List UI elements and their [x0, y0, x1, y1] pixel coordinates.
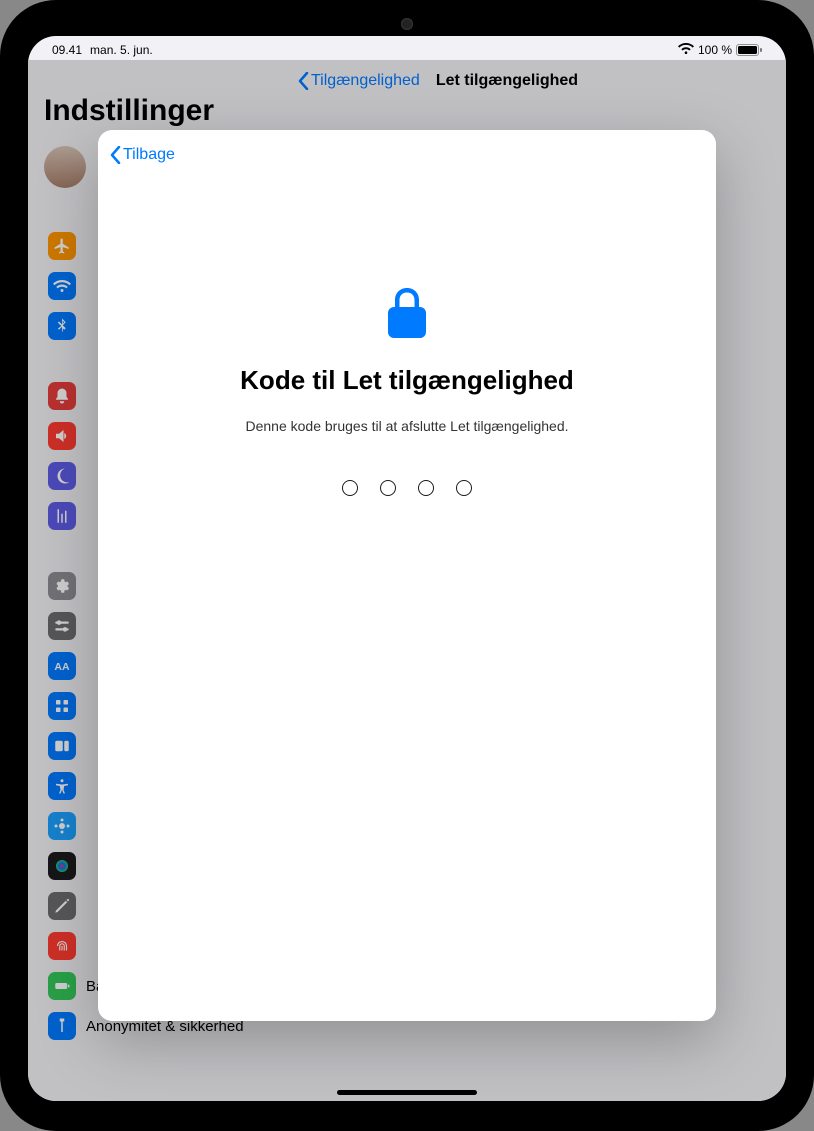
passcode-dot — [418, 480, 434, 496]
modal-subtitle: Denne kode bruges til at afslutte Let ti… — [206, 418, 609, 434]
passcode-dot — [380, 480, 396, 496]
modal-nav: Tilbage — [98, 130, 716, 180]
chevron-left-icon — [110, 146, 121, 164]
status-date: man. 5. jun. — [90, 43, 153, 57]
passcode-modal: Tilbage Kode til Let tilgængelighed Denn… — [98, 130, 716, 1021]
lock-icon — [386, 288, 428, 343]
passcode-dot — [342, 480, 358, 496]
status-bar: 09.41 man. 5. jun. 100 % — [28, 36, 786, 60]
passcode-input[interactable] — [342, 480, 472, 496]
modal-back-button[interactable]: Tilbage — [110, 146, 175, 164]
modal-body: Kode til Let tilgængelighed Denne kode b… — [98, 180, 716, 1021]
modal-back-label: Tilbage — [123, 146, 175, 164]
status-time: 09.41 — [52, 43, 82, 57]
battery-status-icon — [736, 44, 762, 56]
wifi-status-icon — [678, 43, 694, 58]
front-camera — [401, 18, 413, 30]
battery-percent: 100 % — [698, 43, 732, 57]
modal-title: Kode til Let tilgængelighed — [240, 365, 574, 396]
passcode-dot — [456, 480, 472, 496]
screen: Indstillinger — [28, 36, 786, 1101]
home-indicator[interactable] — [337, 1090, 477, 1095]
ipad-frame: Indstillinger — [0, 0, 814, 1131]
